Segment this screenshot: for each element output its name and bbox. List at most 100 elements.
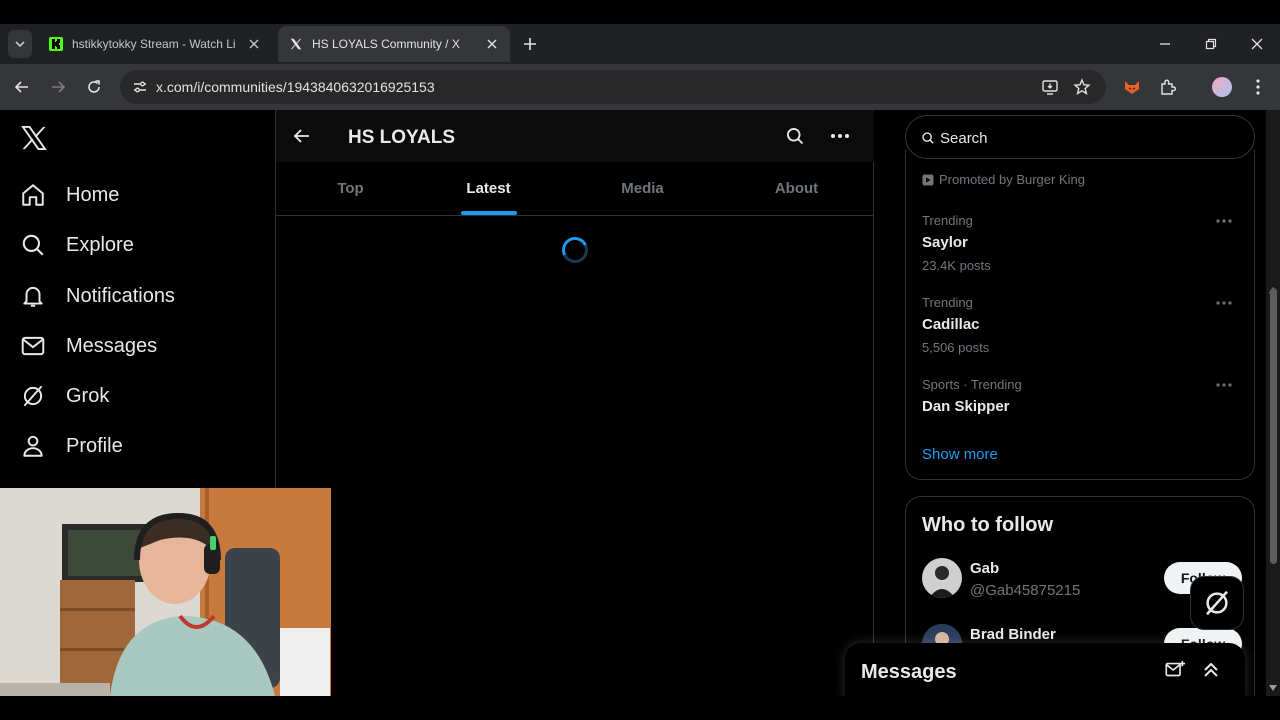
arrow-right-icon [52,81,66,93]
mail-icon [20,333,46,359]
browser-tab-kick[interactable]: hstikkytokky Stream - Watch Li [38,26,272,62]
minimize-icon [1160,43,1170,45]
loading-spinner-icon [558,233,592,267]
browser-menu-button[interactable] [1244,73,1272,101]
extension-fox-icon[interactable] [1118,73,1146,101]
tab-label: About [774,180,819,197]
trend-name: Dan Skipper [922,398,1010,415]
window-close-button[interactable] [1243,30,1271,58]
show-more-link[interactable]: Show more [922,446,998,463]
tab-label: Top [337,180,364,197]
back-button[interactable] [288,122,316,150]
tab-title: hstikkytokky Stream - Watch Li [72,37,236,51]
bookmark-star-icon[interactable] [1068,73,1096,101]
close-icon [1251,38,1263,50]
messages-drawer-title: Messages [861,661,957,683]
tab-top[interactable]: Top [276,162,425,215]
close-icon[interactable] [246,36,262,52]
more-horizontal-icon[interactable] [1214,295,1234,311]
tab-latest[interactable]: Latest [414,162,563,215]
reload-button[interactable] [80,73,108,101]
scrollbar-thumb[interactable] [1270,288,1277,564]
nav-home[interactable]: Home [20,175,119,215]
kebab-menu-icon [1256,79,1260,95]
nav-notifications[interactable]: Notifications [20,276,175,316]
new-tab-button[interactable] [518,32,542,56]
community-search-button[interactable] [781,122,809,150]
bell-icon [20,283,46,309]
nav-label: Home [66,183,120,206]
browser-tab-x[interactable]: HS LOYALS Community / X [278,26,510,62]
profile-avatar-button[interactable] [1208,73,1236,101]
more-horizontal-icon[interactable] [1214,377,1234,393]
back-button[interactable] [8,73,36,101]
tab-label: Media [621,180,664,197]
trend-item[interactable]: Trending Cadillac 5,506 posts [922,295,1242,355]
tab-about[interactable]: About [722,162,871,215]
kick-icon [48,36,64,52]
close-icon[interactable] [484,36,500,52]
new-message-button[interactable] [1162,657,1188,683]
nav-label: Explore [66,233,134,256]
avatar [1212,77,1232,97]
nav-messages[interactable]: Messages [20,326,157,366]
who-to-follow-title: Who to follow [922,514,1054,536]
grok-icon [20,383,46,409]
nav-label: Notifications [66,284,175,307]
reload-icon [88,80,100,93]
nav-profile[interactable]: Profile [20,426,123,466]
tab-search-button[interactable] [8,30,32,58]
x-logo-icon[interactable] [18,122,50,154]
minimize-button[interactable] [1151,30,1179,58]
trend-item[interactable]: Trending Saylor 23.4K posts [922,213,1242,273]
tab-label: Latest [466,180,511,197]
arrow-left-icon [293,129,309,143]
site-settings-icon[interactable] [126,73,154,101]
webcam-overlay [0,488,331,696]
nav-label: Messages [66,334,158,357]
trend-count: 5,506 posts [922,340,990,355]
avatar [922,558,962,598]
double-chevron-up-icon [1204,662,1218,677]
community-header: HS LOYALS [276,110,874,162]
more-horizontal-icon[interactable] [1214,213,1234,229]
grok-icon [1206,590,1228,616]
community-title: HS LOYALS [348,127,455,148]
nav-explore[interactable]: Explore [20,225,134,265]
ad-icon [922,174,934,186]
nav-grok[interactable]: Grok [20,376,109,416]
trend-category: Sports · Trending [922,377,1022,392]
nav-label: Profile [66,434,123,457]
arrow-left-icon [14,81,28,93]
nav-label: Grok [66,384,110,407]
forward-button[interactable] [44,73,72,101]
trend-category: Trending [922,213,973,228]
scroll-down-arrow-icon[interactable] [1269,684,1277,692]
more-horizontal-icon [831,134,849,138]
expand-drawer-button[interactable] [1198,657,1224,683]
address-bar[interactable]: x.com/i/communities/1943840632016925153 [120,70,1106,104]
community-more-button[interactable] [826,122,854,150]
active-tab-indicator [460,211,517,215]
browser-tab-bar: hstikkytokky Stream - Watch Li HS LOYALS… [0,24,1280,64]
restore-button[interactable] [1197,30,1225,58]
trend-name: Saylor [922,234,968,251]
promoted-text: Promoted by Burger King [939,172,1085,187]
trend-item[interactable]: Sports · Trending Dan Skipper [922,377,1242,415]
promoted-label[interactable]: Promoted by Burger King [922,172,1085,187]
trend-count: 23.4K posts [922,258,991,273]
tab-title: HS LOYALS Community / X [312,37,460,51]
screen: hstikkytokky Stream - Watch Li HS LOYALS… [0,0,1280,720]
install-app-icon[interactable] [1036,73,1064,101]
search-input[interactable]: Search [905,115,1255,159]
bottom-black-bar [0,696,1280,720]
page-scrollbar[interactable] [1266,110,1280,696]
extensions-icon[interactable] [1154,73,1182,101]
search-icon [787,128,804,145]
plus-icon [524,38,536,50]
tab-media[interactable]: Media [568,162,717,215]
url-text[interactable]: x.com/i/communities/1943840632016925153 [156,79,435,95]
top-black-bar [0,0,1280,24]
grok-floating-button[interactable] [1190,576,1244,630]
messages-drawer[interactable]: Messages [845,643,1245,700]
